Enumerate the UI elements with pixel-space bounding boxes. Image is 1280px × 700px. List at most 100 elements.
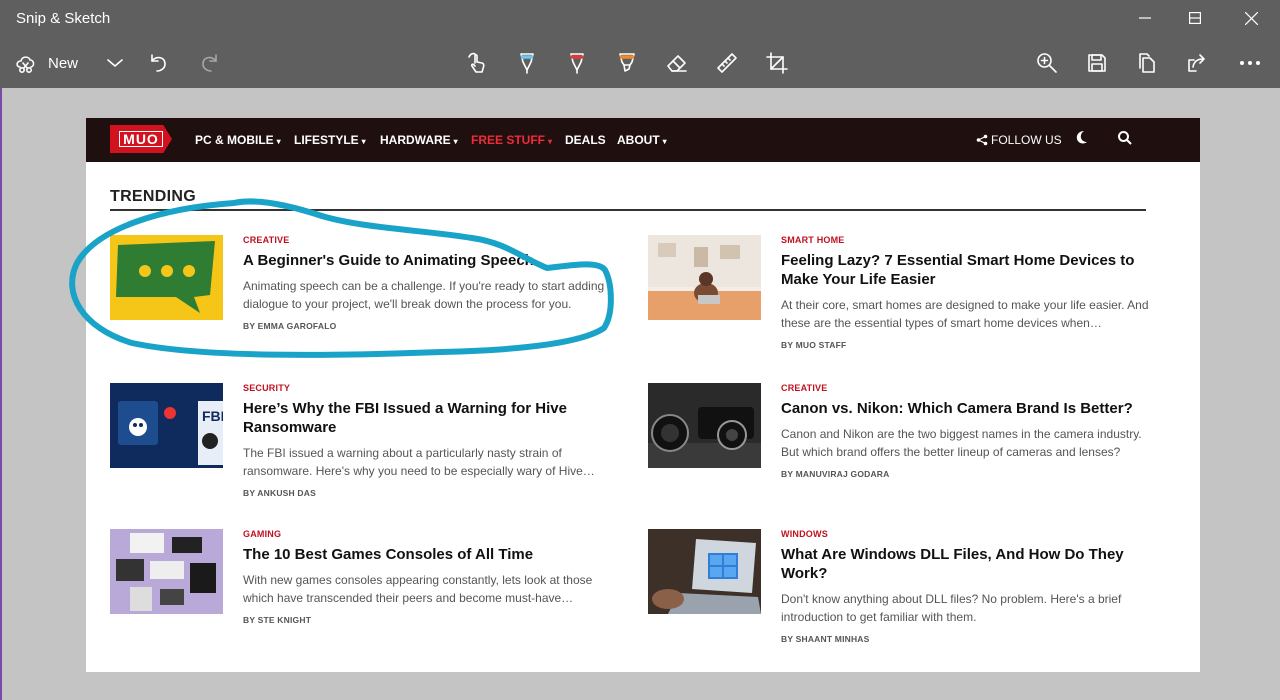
svg-text:FBI: FBI xyxy=(202,408,223,424)
more-options-button[interactable] xyxy=(1232,38,1268,88)
article-title[interactable]: Here’s Why the FBI Issued a Warning for … xyxy=(243,399,623,437)
nav-hardware[interactable]: HARDWARE ▾ xyxy=(380,133,458,147)
logo-text: MUO xyxy=(119,131,163,147)
article-card[interactable]: GAMING The 10 Best Games Consoles of All… xyxy=(110,529,620,639)
new-snip-button[interactable]: New xyxy=(14,38,106,88)
article-thumbnail[interactable] xyxy=(110,529,223,614)
crop-icon xyxy=(766,52,788,74)
article-description: The FBI issued a warning about a particu… xyxy=(243,446,595,478)
article-byline[interactable]: BY MUO STAFF xyxy=(781,340,846,350)
article-thumbnail[interactable] xyxy=(648,235,761,320)
nav-pc-mobile[interactable]: PC & MOBILE ▾ xyxy=(195,133,281,147)
article-byline[interactable]: BY STE KNIGHT xyxy=(243,615,311,625)
article-title[interactable]: Canon vs. Nikon: Which Camera Brand Is B… xyxy=(781,399,1161,418)
trending-divider xyxy=(110,209,1146,211)
article-description: Don't know anything about DLL files? No … xyxy=(781,592,1122,624)
zoom-in-icon xyxy=(1037,53,1057,73)
article-byline[interactable]: BY MANUVIRAJ GODARA xyxy=(781,469,890,479)
caret-icon: ▾ xyxy=(662,137,667,146)
nav-free-stuff[interactable]: FREE STUFF ▾ xyxy=(471,133,552,147)
fbi-ransomware-thumbnail: FBI xyxy=(110,383,223,468)
article-category[interactable]: SECURITY xyxy=(243,383,290,393)
article-description: At their core, smart homes are designed … xyxy=(781,298,1149,330)
nav-label: HARDWARE xyxy=(380,133,451,147)
toolbar: New xyxy=(0,38,1280,125)
nav-lifestyle[interactable]: LIFESTYLE ▾ xyxy=(294,133,366,147)
trending-heading: TRENDING xyxy=(110,188,196,205)
ballpoint-pen-button[interactable] xyxy=(510,38,544,88)
maximize-button[interactable] xyxy=(1170,0,1220,36)
article-byline[interactable]: BY ANKUSH DAS xyxy=(243,488,316,498)
windows-laptop-thumbnail xyxy=(648,529,761,614)
save-button[interactable] xyxy=(1080,38,1114,88)
article-byline[interactable]: BY EMMA GAROFALO xyxy=(243,321,336,331)
new-dropdown-button[interactable] xyxy=(100,38,130,88)
site-search-button[interactable] xyxy=(1117,130,1133,151)
article-card[interactable]: CREATIVE Canon vs. Nikon: Which Camera B… xyxy=(648,383,1158,493)
article-category[interactable]: CREATIVE xyxy=(243,235,289,245)
article-description: Animating speech can be a challenge. If … xyxy=(243,279,605,311)
article-card[interactable]: SMART HOME Feeling Lazy? 7 Essential Sma… xyxy=(648,235,1158,355)
caret-icon: ▾ xyxy=(453,137,458,146)
copy-icon xyxy=(1139,53,1155,73)
ruler-icon xyxy=(717,53,737,73)
redo-button[interactable] xyxy=(194,38,224,88)
snip-icon xyxy=(16,56,35,73)
article-title[interactable]: A Beginner's Guide to Animating Speech xyxy=(243,251,623,270)
site-logo[interactable]: MUO xyxy=(110,125,172,153)
follow-us-button[interactable]: FOLLOW US xyxy=(976,133,1062,147)
captured-screenshot: MUO PC & MOBILE ▾ LIFESTYLE ▾ HARDWARE ▾ FR… xyxy=(86,118,1200,672)
article-title[interactable]: The 10 Best Games Consoles of All Time xyxy=(243,545,623,564)
article-category[interactable]: WINDOWS xyxy=(781,529,828,539)
close-icon xyxy=(1244,11,1258,25)
ruler-button[interactable] xyxy=(710,38,744,88)
highlighter-icon xyxy=(619,53,635,72)
nav-deals[interactable]: DEALS xyxy=(565,133,606,147)
minimize-button-real[interactable] xyxy=(1120,0,1170,36)
site-navbar: MUO PC & MOBILE ▾ LIFESTYLE ▾ HARDWARE ▾ FR… xyxy=(86,118,1200,162)
save-icon xyxy=(1088,54,1106,72)
highlighter-button[interactable] xyxy=(610,38,644,88)
zoom-button[interactable] xyxy=(1030,38,1064,88)
article-thumbnail[interactable] xyxy=(648,529,761,614)
title-bar: Snip & Sketch xyxy=(0,0,1280,38)
touch-writing-button[interactable] xyxy=(462,38,494,88)
article-thumbnail[interactable] xyxy=(110,235,223,320)
article-category[interactable]: CREATIVE xyxy=(781,383,827,393)
article-title[interactable]: What Are Windows DLL Files, And How Do T… xyxy=(781,545,1161,583)
copy-button[interactable] xyxy=(1130,38,1164,88)
game-consoles-thumbnail xyxy=(110,529,223,614)
article-thumbnail[interactable]: FBI xyxy=(110,383,223,468)
article-description: With new games consoles appearing consta… xyxy=(243,573,593,605)
share-nodes-icon xyxy=(976,134,988,146)
article-card[interactable]: FBI SECURITY Here’s Why the FBI Issued a… xyxy=(110,383,620,503)
new-label: New xyxy=(48,54,79,72)
nav-label: FREE STUFF xyxy=(471,133,545,147)
article-byline[interactable]: BY SHAANT MINHAS xyxy=(781,634,870,644)
follow-us-label: FOLLOW US xyxy=(991,133,1062,147)
nav-label: PC & MOBILE xyxy=(195,133,274,147)
crop-button[interactable] xyxy=(760,38,794,88)
eraser-button[interactable] xyxy=(660,38,694,88)
article-card[interactable]: CREATIVE A Beginner's Guide to Animating… xyxy=(110,235,620,345)
dark-mode-toggle[interactable] xyxy=(1074,130,1090,151)
chevron-down-icon xyxy=(107,59,123,67)
pencil-button[interactable] xyxy=(560,38,594,88)
article-category[interactable]: GAMING xyxy=(243,529,281,539)
nav-about[interactable]: ABOUT ▾ xyxy=(617,133,667,147)
cameras-thumbnail xyxy=(648,383,761,468)
article-description: Canon and Nikon are the two biggest name… xyxy=(781,427,1142,459)
share-button[interactable] xyxy=(1180,38,1214,88)
eraser-icon xyxy=(667,55,687,72)
nav-label: DEALS xyxy=(565,133,606,147)
app-title: Snip & Sketch xyxy=(16,10,111,27)
canvas-area[interactable]: MUO PC & MOBILE ▾ LIFESTYLE ▾ HARDWARE ▾ FR… xyxy=(0,88,1280,700)
nav-label: ABOUT xyxy=(617,133,660,147)
undo-button[interactable] xyxy=(144,38,174,88)
close-button[interactable] xyxy=(1226,0,1276,36)
article-title[interactable]: Feeling Lazy? 7 Essential Smart Home Dev… xyxy=(781,251,1161,289)
moon-icon xyxy=(1076,131,1087,144)
article-category[interactable]: SMART HOME xyxy=(781,235,845,245)
article-card[interactable]: WINDOWS What Are Windows DLL Files, And … xyxy=(648,529,1158,649)
article-thumbnail[interactable] xyxy=(648,383,761,468)
